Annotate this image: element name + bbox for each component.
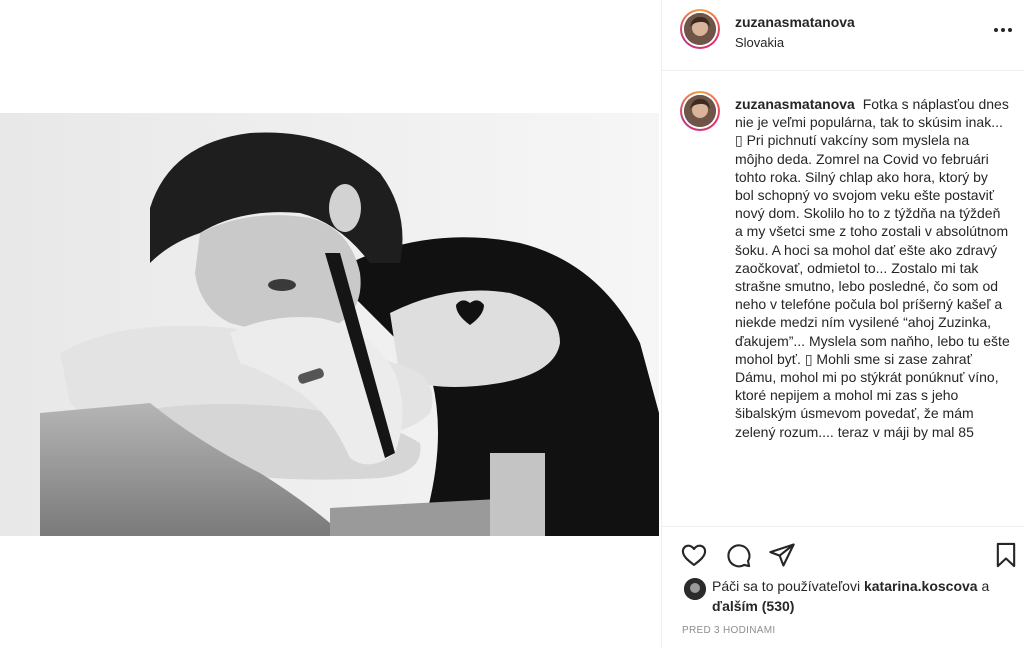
post-caption: zuzanasmatanova Fotka s náplasťou dnes n… (735, 95, 1010, 441)
post-photo[interactable] (0, 113, 659, 536)
avatar-illustration (684, 13, 716, 45)
photo-illustration (0, 113, 659, 536)
avatar-illustration (684, 95, 716, 127)
avatar-photo (684, 95, 716, 127)
send-icon[interactable] (768, 541, 796, 569)
post-sidebar: zuzanasmatanova Slovakia zuzanasmatanova… (661, 0, 1024, 648)
likes-others-link[interactable]: ďalším (530) (712, 598, 794, 614)
post-location[interactable]: Slovakia (735, 35, 784, 50)
liker-avatar[interactable] (684, 578, 706, 600)
comment-icon[interactable] (724, 541, 752, 569)
media-pane (0, 0, 661, 648)
post-header: zuzanasmatanova Slovakia (662, 0, 1024, 71)
more-horizontal-icon[interactable] (991, 20, 1015, 40)
post-timestamp[interactable]: PRED 3 HODINAMI (682, 625, 775, 636)
author-username[interactable]: zuzanasmatanova (735, 14, 855, 30)
instagram-post-view: zuzanasmatanova Slovakia zuzanasmatanova… (0, 0, 1024, 648)
liker-avatar-illustration (684, 578, 706, 600)
action-bar (662, 526, 1024, 583)
caption-scroll-area[interactable]: zuzanasmatanova Fotka s náplasťou dnes n… (662, 71, 1024, 526)
bookmark-icon[interactable] (992, 541, 1020, 569)
likes-prefix: Páči sa to používateľovi (712, 578, 864, 594)
caption-username[interactable]: zuzanasmatanova (735, 96, 855, 112)
likes-text: Páči sa to používateľovi katarina.koscov… (712, 576, 1017, 616)
caption-text: Fotka s náplasťou dnes nie je veľmi popu… (735, 96, 1010, 440)
author-avatar[interactable] (680, 9, 720, 49)
avatar-photo (684, 13, 716, 45)
liker-username[interactable]: katarina.koscova (864, 578, 978, 594)
caption-author-avatar[interactable] (680, 91, 720, 131)
likes-connector: a (977, 578, 990, 594)
heart-icon[interactable] (680, 541, 708, 569)
